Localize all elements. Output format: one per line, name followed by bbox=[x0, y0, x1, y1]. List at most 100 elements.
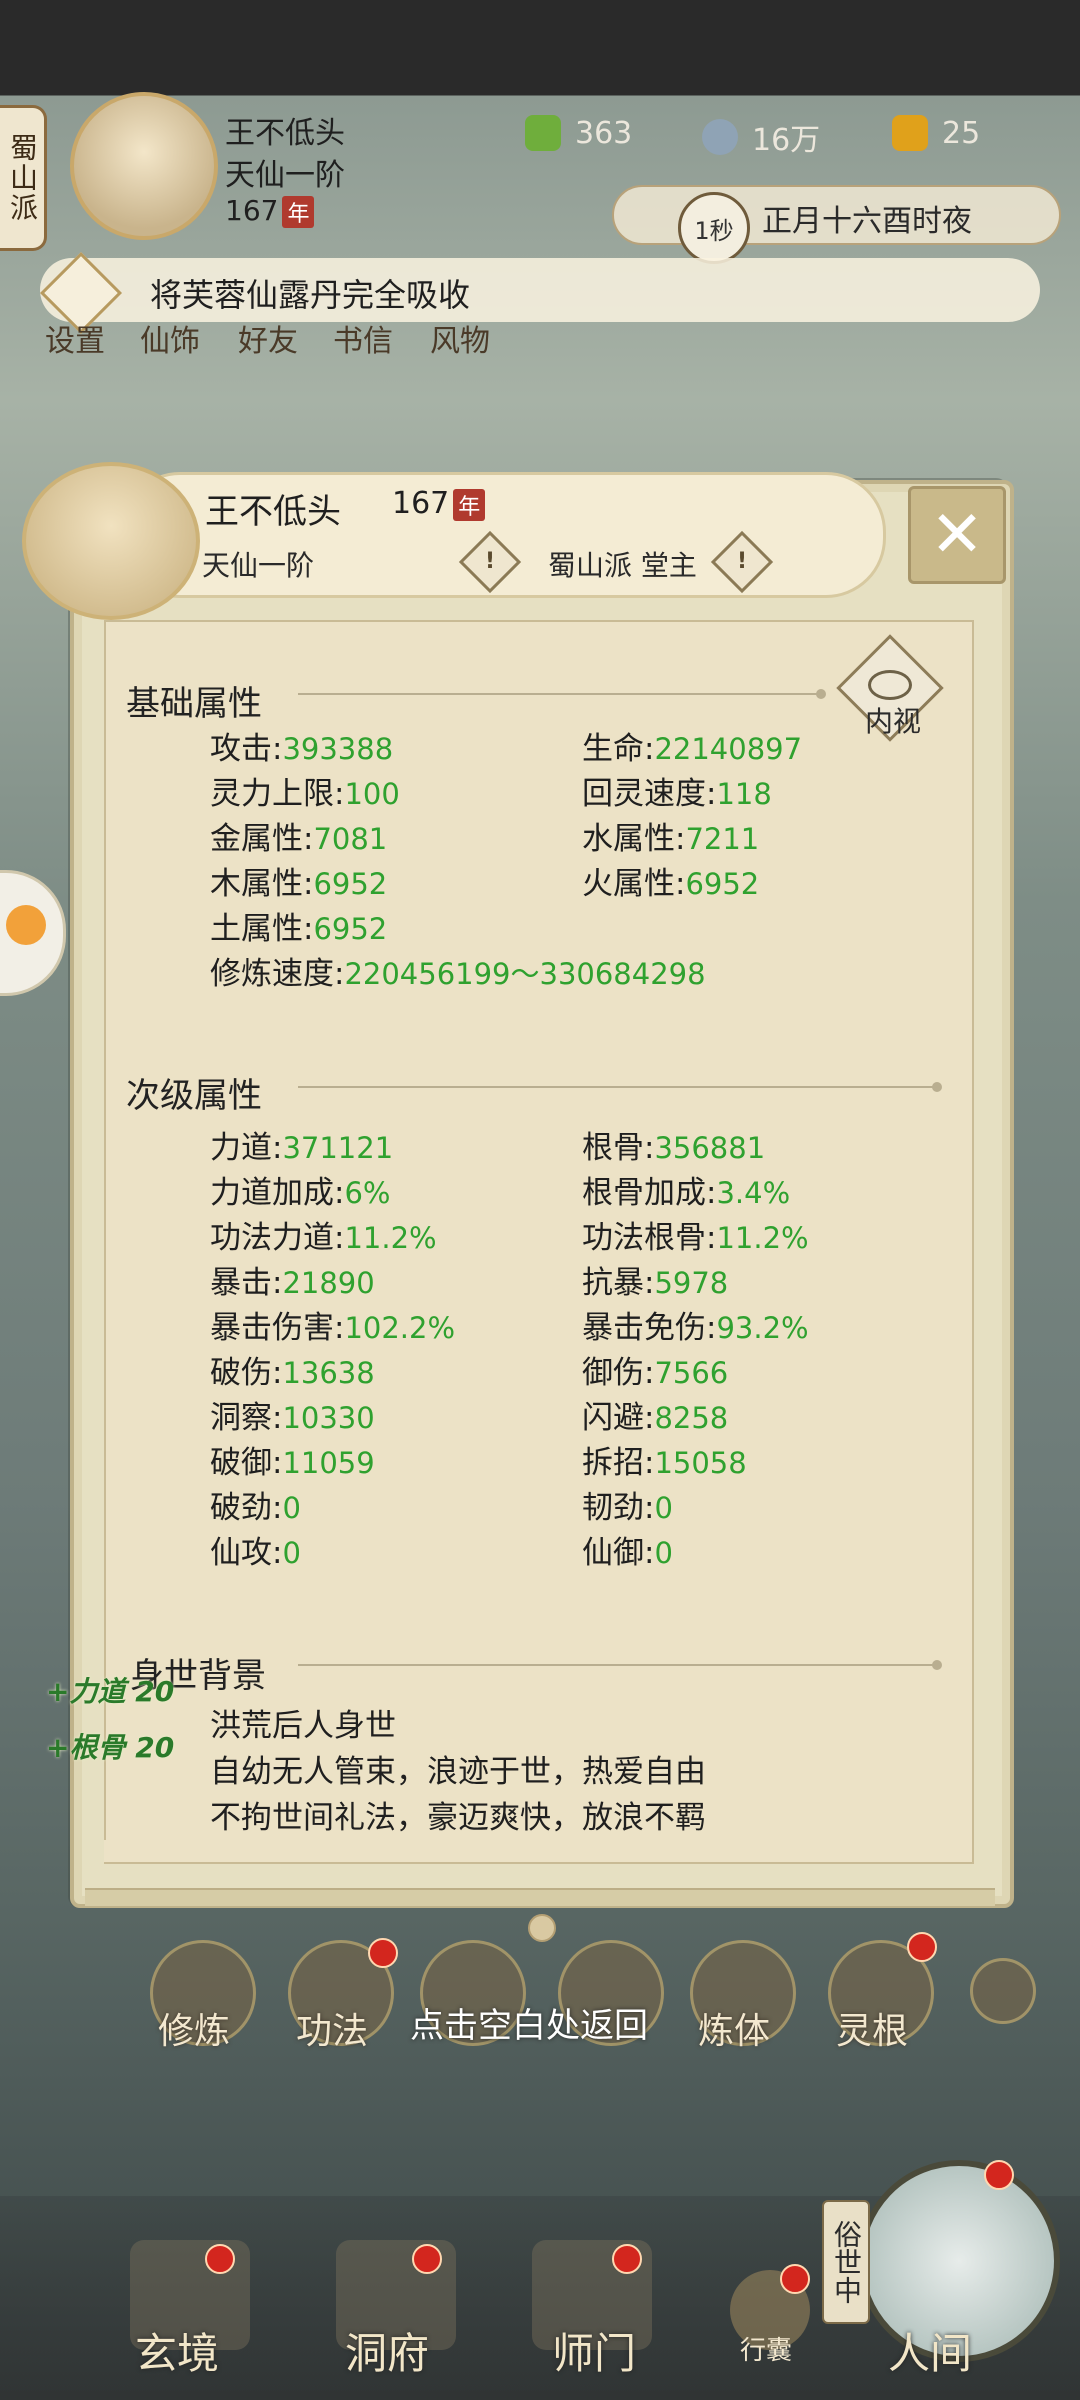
cultivate-label[interactable]: 修炼 bbox=[158, 2002, 230, 2054]
stat-attack-value: 393388 bbox=[282, 732, 394, 766]
menu-settings[interactable]: 设置 bbox=[45, 316, 105, 360]
tap-blank-to-return[interactable]: 点击空白处返回 bbox=[410, 1998, 648, 2047]
nav-bag[interactable]: 行囊 bbox=[740, 2330, 792, 2367]
stat-hp: 生命:22140897 bbox=[582, 731, 803, 767]
bio-line-1: 洪荒后人身世 bbox=[210, 1708, 396, 1744]
stat-crit-damage: 暴击伤害:102.2% bbox=[210, 1310, 456, 1346]
stat-strength-bonus-value: 6% bbox=[344, 1176, 391, 1210]
stat-strength-bonus: 力道加成:6% bbox=[210, 1175, 391, 1211]
stat-attack: 攻击:393388 bbox=[210, 731, 394, 767]
character-rank: 天仙一阶 bbox=[202, 549, 315, 582]
jade-leaf-icon bbox=[525, 115, 561, 151]
stat-immortal-defense-label: 仙御 bbox=[582, 1535, 644, 1571]
coin-icon bbox=[702, 119, 738, 155]
menu-scenery[interactable]: 风物 bbox=[430, 316, 490, 360]
nav-cave[interactable]: 洞府 bbox=[345, 2320, 429, 2381]
resource-coin-value: 16万 bbox=[752, 123, 821, 158]
stat-attack-label: 攻击 bbox=[210, 731, 272, 767]
character-name: 王不低头 bbox=[205, 492, 341, 532]
bio-line-2: 自幼无人管束，浪迹于世，热爱自由 bbox=[210, 1754, 706, 1790]
buff-popup-constitution: +根骨 20 bbox=[46, 1731, 175, 1764]
stat-break-defense-label: 破御 bbox=[210, 1445, 272, 1481]
stat-spirit-max: 灵力上限:100 bbox=[210, 776, 400, 812]
stat-strength-value: 371121 bbox=[282, 1131, 394, 1165]
stat-tenacity: 韧劲:0 bbox=[582, 1490, 673, 1526]
stat-tenacity-value: 0 bbox=[654, 1491, 673, 1525]
resource-gold-value: 25 bbox=[942, 115, 981, 151]
stat-constitution-bonus-value: 3.4% bbox=[716, 1176, 791, 1210]
stat-immortal-defense: 仙御:0 bbox=[582, 1535, 673, 1571]
time-speed-button[interactable]: 1秒 bbox=[678, 192, 750, 264]
menu-friends[interactable]: 好友 bbox=[238, 316, 298, 360]
stat-break-defense: 破御:11059 bbox=[210, 1445, 375, 1481]
stat-spirit-regen-value: 118 bbox=[716, 777, 772, 811]
secondary-title-divider bbox=[298, 1082, 942, 1092]
menu-mail[interactable]: 书信 bbox=[333, 316, 393, 360]
menu-costume[interactable]: 仙饰 bbox=[140, 316, 200, 360]
dialog-scroll-knob bbox=[528, 1914, 556, 1942]
resource-coin[interactable]: 16万 bbox=[702, 115, 820, 159]
player-age-value: 167 bbox=[225, 194, 279, 227]
stat-skill-constitution: 功法根骨:11.2% bbox=[582, 1220, 809, 1256]
stat-parry-value: 15058 bbox=[654, 1446, 747, 1480]
world-notify-dot bbox=[984, 2160, 1014, 2190]
nav-sect[interactable]: 师门 bbox=[552, 2320, 636, 2381]
spirit-root-notify-dot bbox=[907, 1932, 937, 1962]
shuriken-icon[interactable] bbox=[970, 1958, 1036, 2024]
secondary-attributes-title: 次级属性 bbox=[126, 1076, 262, 1116]
age-badge: 年 bbox=[282, 196, 315, 228]
stat-break-tenacity: 破劲:0 bbox=[210, 1490, 301, 1526]
stat-spirit-regen-label: 回灵速度 bbox=[582, 776, 706, 812]
skill-notify-dot bbox=[368, 1938, 398, 1968]
skill-label[interactable]: 功法 bbox=[296, 2002, 368, 2054]
stat-skill-strength-value: 11.2% bbox=[344, 1221, 437, 1255]
stat-skill-strength: 功法力道:11.2% bbox=[210, 1220, 437, 1256]
spirit-root-label[interactable]: 灵根 bbox=[836, 2002, 908, 2054]
gold-ingot-icon bbox=[892, 115, 928, 151]
stat-water: 水属性:7211 bbox=[582, 821, 760, 857]
stat-water-value: 7211 bbox=[685, 822, 760, 856]
stat-crit-resist-value: 5978 bbox=[654, 1266, 729, 1300]
stat-constitution-bonus-label: 根骨加成 bbox=[582, 1175, 706, 1211]
stat-crit: 暴击:21890 bbox=[210, 1265, 375, 1301]
stat-insight-label: 洞察 bbox=[210, 1400, 272, 1436]
character-portrait bbox=[22, 462, 200, 620]
stat-guard: 御伤:7566 bbox=[582, 1355, 729, 1391]
sect-info-glyph: ! bbox=[736, 549, 748, 574]
nav-world[interactable]: 人间 bbox=[888, 2320, 972, 2381]
bag-notify-dot bbox=[780, 2264, 810, 2294]
stat-earth-value: 6952 bbox=[313, 912, 388, 946]
stat-spirit-max-label: 灵力上限 bbox=[210, 776, 334, 812]
stat-strength-bonus-label: 力道加成 bbox=[210, 1175, 334, 1211]
resource-gold[interactable]: 25 bbox=[892, 115, 980, 151]
stat-insight-value: 10330 bbox=[282, 1401, 375, 1435]
player-rank: 天仙一阶 bbox=[225, 158, 345, 193]
stat-break-defense-value: 11059 bbox=[282, 1446, 375, 1480]
stat-skill-constitution-label: 功法根骨 bbox=[582, 1220, 706, 1256]
player-age: 167 年 bbox=[225, 194, 315, 228]
resource-jade[interactable]: 363 bbox=[525, 115, 632, 151]
stat-constitution-label: 根骨 bbox=[582, 1130, 644, 1166]
stat-parry: 拆招:15058 bbox=[582, 1445, 747, 1481]
stat-fire-label: 火属性 bbox=[582, 866, 675, 902]
sect-tag[interactable]: 蜀山派 bbox=[0, 105, 47, 251]
stat-skill-strength-label: 功法力道 bbox=[210, 1220, 334, 1256]
player-name: 王不低头 bbox=[225, 116, 345, 151]
bio-scroll-mask bbox=[104, 1840, 970, 1862]
stat-crit-value: 21890 bbox=[282, 1266, 375, 1300]
stat-earth: 土属性:6952 bbox=[210, 911, 388, 947]
close-button[interactable]: ✕ bbox=[908, 486, 1006, 584]
stat-water-label: 水属性 bbox=[582, 821, 675, 857]
stat-spirit-regen: 回灵速度:118 bbox=[582, 776, 772, 812]
stat-fire: 火属性:6952 bbox=[582, 866, 760, 902]
stat-parry-label: 拆招 bbox=[582, 1445, 644, 1481]
character-sect: 蜀山派 堂主 bbox=[548, 549, 697, 582]
game-date: 正月十六酉时夜 bbox=[762, 204, 972, 239]
eye-icon bbox=[868, 670, 912, 700]
resource-jade-value: 363 bbox=[575, 115, 633, 151]
player-avatar[interactable] bbox=[70, 92, 218, 240]
inner-view-label: 内视 bbox=[864, 705, 921, 738]
stat-crit-resist-label: 抗暴 bbox=[582, 1265, 644, 1301]
nav-realm[interactable]: 玄境 bbox=[135, 2320, 219, 2381]
body-refine-label[interactable]: 炼体 bbox=[698, 2002, 770, 2054]
